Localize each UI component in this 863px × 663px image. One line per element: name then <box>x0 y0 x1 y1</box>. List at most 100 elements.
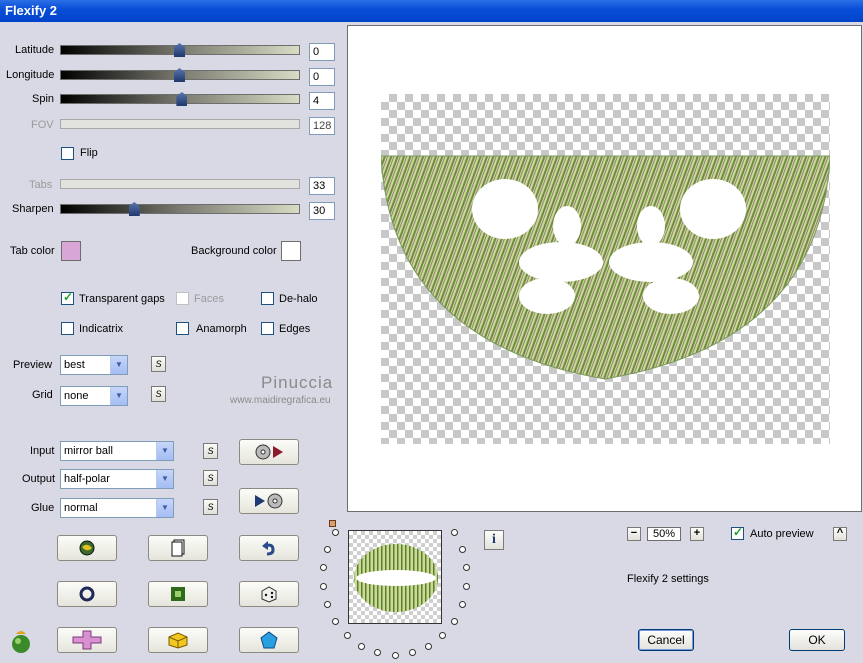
flaming-pear-logo <box>8 628 34 654</box>
ok-button[interactable]: OK <box>789 629 845 651</box>
latitude-value[interactable]: 0 <box>309 43 335 61</box>
faces-checkbox <box>176 292 189 305</box>
cross-icon <box>72 630 102 650</box>
spin-slider-thumb[interactable] <box>176 92 188 106</box>
frame-button[interactable] <box>148 581 208 607</box>
navigator-dot[interactable] <box>320 564 328 572</box>
navigator-dot[interactable] <box>320 582 328 590</box>
de-halo-label: De-halo <box>279 293 318 305</box>
fov-slider <box>60 119 300 129</box>
collapse-button[interactable]: ^ <box>833 527 847 541</box>
edges-label: Edges <box>279 323 311 335</box>
globe-icon <box>79 540 95 556</box>
navigator-dot[interactable] <box>450 529 458 537</box>
chevron-down-icon[interactable]: ▼ <box>156 442 173 460</box>
indicatrix-checkbox[interactable] <box>61 322 74 335</box>
longitude-slider-thumb[interactable] <box>174 68 185 82</box>
info-button[interactable]: i <box>484 530 504 550</box>
grid-value: none <box>64 390 89 402</box>
preview-quality-select[interactable]: best ▼ <box>60 355 128 375</box>
pentagon-icon <box>260 631 278 649</box>
chevron-down-icon[interactable]: ▼ <box>156 499 173 517</box>
grid-s-button[interactable]: S <box>151 386 166 402</box>
tab-color-swatch[interactable] <box>61 241 81 261</box>
navigator-dot[interactable] <box>450 617 458 625</box>
glue-label: Glue <box>31 502 55 514</box>
navigator-dot[interactable] <box>408 649 416 657</box>
navigator-dot[interactable] <box>439 631 447 639</box>
navigator-dot[interactable] <box>462 582 470 590</box>
output-select[interactable]: half-polar ▼ <box>60 469 174 489</box>
glue-s-button[interactable]: S <box>203 499 218 515</box>
de-halo-checkbox[interactable] <box>261 292 274 305</box>
load-input-button[interactable] <box>239 439 299 465</box>
navigator-dot[interactable] <box>324 545 332 553</box>
navigator-dot[interactable] <box>332 617 340 625</box>
watermark-name: Pinuccia <box>261 373 334 392</box>
fov-label: FOV <box>31 119 54 131</box>
input-s-button[interactable]: S <box>203 443 218 459</box>
sharpen-slider[interactable] <box>60 202 300 216</box>
longitude-slider[interactable] <box>60 68 300 82</box>
spin-slider[interactable] <box>60 92 300 106</box>
longitude-value[interactable]: 0 <box>309 68 335 86</box>
cube-button[interactable] <box>148 627 208 653</box>
chevron-down-icon[interactable]: ▼ <box>110 356 127 374</box>
input-select[interactable]: mirror ball ▼ <box>60 441 174 461</box>
tabs-value[interactable]: 33 <box>309 177 335 195</box>
transparent-gaps-checkbox[interactable] <box>61 290 74 305</box>
cross-button[interactable] <box>57 627 117 653</box>
pentagon-button[interactable] <box>239 627 299 653</box>
latitude-label: Latitude <box>15 44 55 56</box>
output-s-button[interactable]: S <box>203 470 218 486</box>
thumbnail-navigator[interactable] <box>348 530 442 624</box>
navigator-dot[interactable] <box>324 601 332 609</box>
sharpen-value[interactable]: 30 <box>309 202 335 220</box>
copy-button[interactable] <box>148 535 208 561</box>
play-disk-icon <box>255 493 283 509</box>
background-color-swatch[interactable] <box>281 241 301 261</box>
chevron-down-icon[interactable]: ▼ <box>110 387 127 405</box>
randomize-button[interactable] <box>57 535 117 561</box>
navigator-dot[interactable] <box>358 642 366 650</box>
auto-preview-label: Auto preview <box>750 528 814 540</box>
navigator-handle[interactable] <box>329 520 336 527</box>
navigator-dot[interactable] <box>458 545 466 553</box>
navigator-dot[interactable] <box>332 529 340 537</box>
latitude-slider-thumb[interactable] <box>174 43 185 57</box>
zoom-out-button[interactable]: − <box>627 527 641 541</box>
latitude-slider[interactable] <box>60 43 300 57</box>
navigator-dot[interactable] <box>374 649 382 657</box>
spin-label: Spin <box>32 93 55 105</box>
navigator-dot[interactable] <box>424 642 432 650</box>
glue-select[interactable]: normal ▼ <box>60 498 174 518</box>
load-output-button[interactable] <box>239 488 299 514</box>
spin-value[interactable]: 4 <box>309 92 335 110</box>
anamorph-checkbox[interactable] <box>176 322 189 335</box>
zoom-in-button[interactable]: + <box>690 527 704 541</box>
preview-panel[interactable] <box>347 25 862 512</box>
cancel-button[interactable]: Cancel <box>638 629 694 651</box>
undo-icon <box>262 541 275 556</box>
auto-preview-checkbox[interactable] <box>731 525 744 540</box>
navigator-dot[interactable] <box>458 601 466 609</box>
undo-button[interactable] <box>239 535 299 561</box>
tabs-slider <box>60 179 300 189</box>
grid-select[interactable]: none ▼ <box>60 386 128 406</box>
flip-checkbox[interactable] <box>61 147 74 160</box>
cube-icon <box>168 632 188 649</box>
navigator-dot[interactable] <box>343 631 351 639</box>
ring-icon <box>79 586 95 602</box>
transparent-gaps-label: Transparent gaps <box>79 293 165 305</box>
anamorph-label: Anamorph <box>196 323 247 335</box>
chevron-down-icon[interactable]: ▼ <box>156 470 173 488</box>
preview-s-button[interactable]: S <box>151 356 166 372</box>
dice-button[interactable] <box>239 581 299 607</box>
input-value: mirror ball <box>64 445 113 457</box>
ring-button[interactable] <box>57 581 117 607</box>
navigator-dot[interactable] <box>462 564 470 572</box>
edges-checkbox[interactable] <box>261 322 274 335</box>
navigator-dot[interactable] <box>391 651 399 659</box>
disk-play-icon <box>255 444 283 460</box>
sharpen-slider-thumb[interactable] <box>128 202 140 216</box>
